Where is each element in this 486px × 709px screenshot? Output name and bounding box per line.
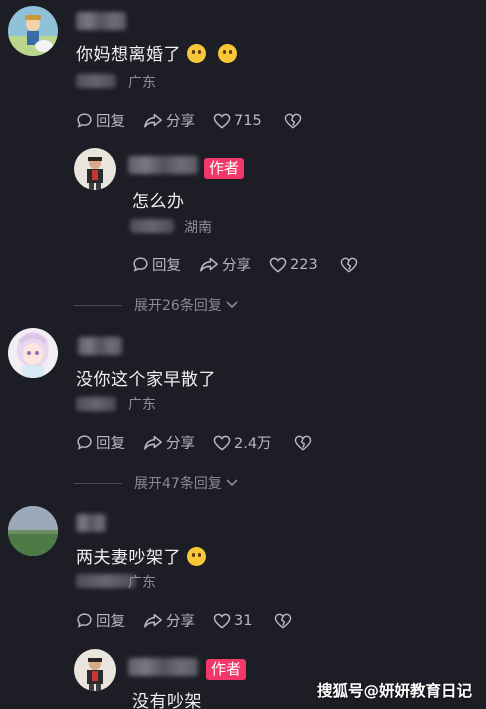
share-icon xyxy=(200,257,218,272)
dislike-button[interactable] xyxy=(294,435,315,451)
avatar[interactable] xyxy=(8,328,58,378)
reply-avatar[interactable] xyxy=(74,148,116,190)
heart-icon xyxy=(269,257,287,273)
reply-avatar[interactable] xyxy=(74,649,116,691)
divider xyxy=(74,304,122,306)
reply-button[interactable]: 回复 xyxy=(132,254,181,275)
dislike-button[interactable] xyxy=(284,113,305,129)
reply-text: 怎么办 xyxy=(132,192,185,212)
chevron-down-icon xyxy=(226,301,238,309)
reply-button[interactable]: 回复 xyxy=(76,110,125,131)
reply-button[interactable]: 回复 xyxy=(76,610,125,631)
username[interactable] xyxy=(76,514,106,532)
dislike-button[interactable] xyxy=(340,257,361,273)
like-button[interactable]: 223 xyxy=(269,257,318,273)
location-blurred xyxy=(76,397,116,411)
share-icon xyxy=(144,613,162,628)
author-badge: 作者 xyxy=(200,158,245,179)
heart-icon xyxy=(213,113,231,129)
location-label: 湖南 xyxy=(184,220,212,236)
laughing-emoji-icon xyxy=(187,547,206,566)
share-button[interactable]: 分享 xyxy=(143,432,195,453)
avatar[interactable] xyxy=(8,506,58,556)
divider xyxy=(74,482,122,484)
reply-text: 没有吵架 xyxy=(132,692,202,709)
watermark: 搜狐号@妍妍教育日记 xyxy=(316,682,472,700)
location-blurred xyxy=(130,219,174,233)
location-label: 广东 xyxy=(128,397,156,413)
broken-heart-icon xyxy=(340,257,357,273)
emoji-icon xyxy=(218,44,237,63)
comment-icon xyxy=(77,613,92,628)
location-blurred xyxy=(76,74,116,88)
comment-text: 两夫妻吵架了 xyxy=(76,543,206,568)
reply-username[interactable] xyxy=(128,156,198,174)
reply-actions: 回复 分享 223 xyxy=(132,254,379,275)
like-button[interactable]: 715 xyxy=(213,113,262,129)
comment-text: 没你这个家早散了 xyxy=(76,370,216,390)
expand-replies-button[interactable]: 展开47条回复 xyxy=(74,473,239,493)
avatar[interactable] xyxy=(8,6,58,56)
heart-icon xyxy=(213,435,231,451)
dislike-button[interactable] xyxy=(274,613,295,629)
location-blurred xyxy=(76,574,136,588)
emoji-icon xyxy=(187,44,206,63)
reply-button[interactable]: 回复 xyxy=(76,432,125,453)
reply-username[interactable] xyxy=(128,658,198,676)
comment-icon xyxy=(77,435,92,450)
location-label: 广东 xyxy=(128,575,156,591)
author-badge: 作者 xyxy=(202,659,247,680)
comment-icon xyxy=(77,113,92,128)
username[interactable] xyxy=(78,337,122,355)
comment-actions: 回复 分享 715 xyxy=(76,110,323,131)
like-button[interactable]: 31 xyxy=(213,613,252,629)
comment-actions: 回复 分享 2.4万 xyxy=(76,432,333,453)
broken-heart-icon xyxy=(284,113,301,129)
share-icon xyxy=(144,113,162,128)
share-button[interactable]: 分享 xyxy=(143,110,195,131)
chevron-down-icon xyxy=(226,479,238,487)
share-icon xyxy=(144,435,162,450)
comment-actions: 回复 分享 31 xyxy=(76,610,313,631)
like-button[interactable]: 2.4万 xyxy=(213,432,272,453)
location-label: 广东 xyxy=(128,75,156,91)
comment-icon xyxy=(133,257,148,272)
broken-heart-icon xyxy=(294,435,311,451)
share-button[interactable]: 分享 xyxy=(143,610,195,631)
broken-heart-icon xyxy=(275,613,292,629)
expand-replies-button[interactable]: 展开26条回复 xyxy=(74,295,239,315)
comment-text: 你妈想离婚了 xyxy=(76,40,237,65)
username[interactable] xyxy=(76,12,126,30)
share-button[interactable]: 分享 xyxy=(199,254,251,275)
heart-icon xyxy=(213,613,231,629)
